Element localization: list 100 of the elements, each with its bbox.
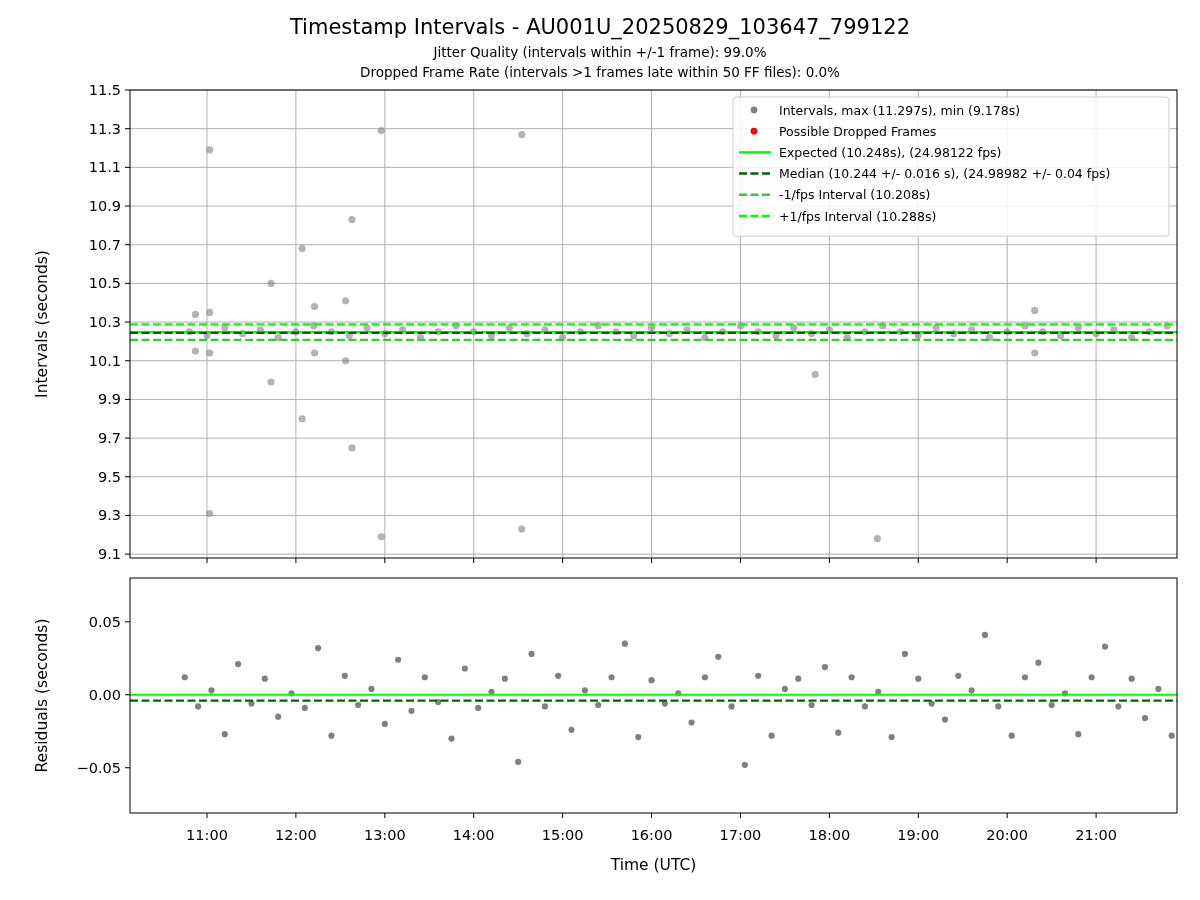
data-point (1035, 659, 1042, 666)
data-point (811, 370, 819, 378)
data-point (821, 663, 828, 671)
tick-label: 18:00 (808, 827, 851, 843)
data-point (1141, 715, 1149, 722)
data-point (274, 333, 282, 342)
data-point (1110, 326, 1118, 334)
data-point (896, 328, 905, 336)
data-point (647, 324, 656, 332)
data-point (221, 731, 228, 738)
data-point (345, 332, 353, 340)
data-point (1145, 328, 1154, 336)
tick-label: 17:00 (719, 827, 762, 843)
data-point (377, 533, 385, 541)
data-point (311, 349, 319, 357)
data-point (501, 675, 508, 682)
data-point (434, 328, 442, 336)
data-point (719, 328, 727, 336)
data-point (772, 332, 780, 340)
data-point (1048, 701, 1055, 709)
data-point (1088, 674, 1095, 681)
data-point (728, 703, 735, 710)
data-point (981, 631, 989, 639)
axis-label: Time (UTC) (610, 856, 697, 874)
data-point (559, 333, 567, 342)
tick-label: 10.3 (88, 314, 121, 331)
data-point (488, 688, 495, 695)
data-point (1008, 732, 1015, 739)
data-point (608, 674, 615, 681)
data-point (1101, 643, 1109, 650)
data-point (1021, 322, 1029, 330)
data-point (381, 720, 388, 728)
data-point (288, 690, 295, 697)
data-point (523, 330, 531, 338)
data-point (1074, 324, 1082, 332)
data-point (594, 322, 602, 330)
data-point (203, 332, 211, 340)
data-point (292, 328, 300, 336)
data-point (221, 324, 229, 332)
data-point (298, 245, 306, 253)
data-point (377, 127, 385, 135)
data-point (515, 758, 522, 765)
data-point (1031, 349, 1039, 357)
data-point (555, 672, 562, 679)
data-point (715, 653, 722, 660)
data-point (416, 333, 424, 342)
data-point (755, 672, 762, 679)
data-point (914, 332, 922, 340)
tick-label: 10.7 (88, 236, 121, 253)
data-point (995, 703, 1002, 710)
data-point (581, 687, 588, 694)
data-point (181, 674, 188, 681)
data-point (195, 703, 202, 710)
tick-label: 11:00 (186, 827, 228, 843)
data-point (630, 332, 638, 340)
legend-label: +1/fps Interval (10.288s) (779, 208, 937, 224)
data-point (861, 703, 869, 710)
data-point (185, 328, 193, 336)
data-point (191, 310, 200, 318)
data-point (901, 650, 909, 657)
data-point (1056, 332, 1065, 340)
data-point (955, 672, 962, 679)
data-point (275, 713, 282, 720)
data-point (808, 701, 815, 709)
data-point (256, 326, 264, 334)
data-point (1021, 674, 1029, 681)
chart-title: Timestamp Intervals - AU001U_20250829_103647_799122 (289, 14, 911, 42)
data-point (348, 444, 356, 452)
data-point (470, 328, 478, 336)
data-point (206, 349, 214, 357)
tick-label: 11.5 (88, 82, 121, 98)
data-point (408, 707, 415, 714)
data-point (1128, 333, 1136, 342)
data-point (795, 675, 802, 682)
data-point (1075, 731, 1082, 738)
tick-label: 16:00 (630, 827, 673, 843)
data-point (206, 146, 214, 154)
data-point (621, 640, 628, 647)
data-point (1031, 306, 1039, 315)
tick-label: 11.3 (88, 120, 121, 137)
data-point (399, 326, 407, 334)
data-point (843, 333, 851, 342)
tick-label: −0.05 (76, 759, 121, 776)
data-point (754, 328, 762, 336)
data-point (612, 328, 620, 336)
data-point (675, 690, 682, 697)
legend-label: Expected (10.248s), (24.98122 fps) (779, 144, 1002, 160)
data-point (363, 324, 371, 332)
data-point (701, 333, 709, 342)
data-point (835, 729, 842, 736)
data-point (327, 328, 336, 336)
data-point (248, 700, 255, 707)
data-point (206, 509, 214, 518)
data-point (238, 330, 247, 338)
data-point (541, 703, 548, 710)
data-point (861, 328, 869, 336)
data-point (888, 734, 895, 741)
data-point (448, 735, 455, 742)
tick-label: 0.00 (88, 686, 121, 703)
tick-label: 0.05 (88, 613, 121, 630)
